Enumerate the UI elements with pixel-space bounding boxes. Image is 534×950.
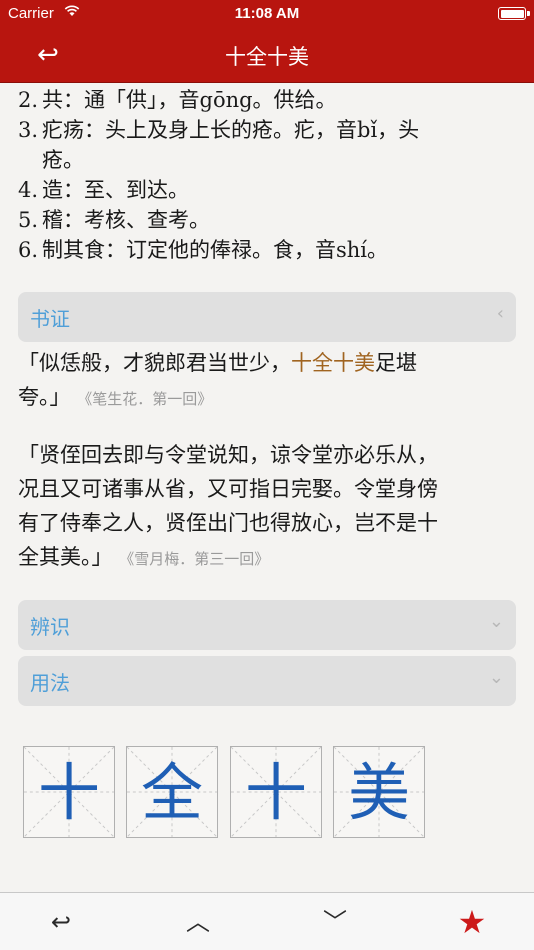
section-label: 用法 bbox=[30, 671, 70, 695]
quote-2: 「贤侄回去即与令堂说知，谅令堂亦必乐从， 况且又可诸事从省，又可指日完娶。令堂身… bbox=[18, 438, 516, 576]
note-number: 5. bbox=[17, 208, 38, 232]
note-number: 6. bbox=[17, 238, 38, 262]
quote-text: 况且又可诸事从省，又可指日完娶。令堂身傍 bbox=[18, 477, 438, 501]
note-text: 共：通「供」，音gōng。供给。 bbox=[42, 88, 337, 112]
quote-text: 全其美。」 bbox=[18, 545, 113, 569]
note-number: 2. bbox=[17, 88, 38, 112]
character-cell[interactable]: 全 bbox=[126, 746, 218, 838]
page-title: 十全十美 bbox=[225, 45, 309, 69]
note-text: 疕疡：头上及身上长的疮。疕，音bǐ，头 bbox=[42, 118, 420, 142]
previous-button[interactable]: ︿ bbox=[181, 906, 215, 938]
back-toolbar-button[interactable]: ↩ bbox=[44, 906, 78, 938]
status-bar: Carrier 11:08 AM bbox=[0, 0, 534, 28]
clock: 11:08 AM bbox=[234, 5, 300, 22]
quote-source: 《笔生花．第一回》 bbox=[77, 390, 213, 408]
note-text: 稽：考核、查考。 bbox=[42, 208, 210, 232]
character-grid: 十 全 十 美 bbox=[23, 746, 443, 838]
list-item: 疮。 bbox=[8, 146, 508, 175]
quote-1: 「似恁般，才貌郎君当世少，十全十美足堪 夸。」 《笔生花．第一回》 bbox=[18, 346, 516, 416]
chevron-down-icon: ⌄ bbox=[488, 611, 504, 632]
battery-icon bbox=[498, 7, 530, 20]
character-cell[interactable]: 十 bbox=[23, 746, 115, 838]
quote-text: 夸。」 bbox=[18, 385, 71, 409]
character-glyph: 美 bbox=[347, 756, 410, 829]
section-header-yongfa[interactable]: 用法 ⌄ bbox=[18, 656, 516, 706]
favorite-button[interactable]: ★ bbox=[455, 906, 489, 938]
undo-arrow-icon: ↩ bbox=[50, 908, 72, 936]
character-glyph: 十 bbox=[244, 756, 307, 829]
quote-text: 「贤侄回去即与令堂说知，谅令堂亦必乐从， bbox=[18, 443, 438, 467]
navigation-bar: ↩ 十全十美 bbox=[0, 28, 534, 83]
quote-text: 有了侍奉之人，贤侄出门也得放心，岂不是十 bbox=[18, 511, 438, 535]
section-header-shuzheng[interactable]: 书证 ‹ bbox=[18, 292, 516, 342]
bottom-toolbar: ↩ ︿ ﹀ ★ bbox=[0, 892, 534, 950]
list-item: 6. 制其食：订定他的俸禄。食，音shí。 bbox=[8, 236, 508, 265]
list-item: 5. 稽：考核、查考。 bbox=[8, 206, 508, 235]
note-number: 4. bbox=[17, 178, 38, 202]
star-icon: ★ bbox=[457, 903, 487, 941]
character-cell[interactable]: 十 bbox=[230, 746, 322, 838]
quote-text: 「似恁般，才貌郎君当世少， bbox=[18, 351, 291, 375]
section-label: 书证 bbox=[30, 307, 70, 331]
next-button[interactable]: ﹀ bbox=[318, 906, 352, 938]
character-cell[interactable]: 美 bbox=[333, 746, 425, 838]
character-glyph: 十 bbox=[37, 756, 100, 829]
list-item: 2. 共：通「供」，音gōng。供给。 bbox=[8, 86, 508, 115]
section-header-bianshi[interactable]: 辨识 ⌄ bbox=[18, 600, 516, 650]
section-label: 辨识 bbox=[30, 615, 70, 639]
note-text: 疮。 bbox=[42, 148, 84, 172]
quote-highlight: 十全十美 bbox=[291, 351, 375, 375]
note-text: 制其食：订定他的俸禄。食，音shí。 bbox=[42, 238, 389, 262]
quote-text: 足堪 bbox=[375, 351, 417, 375]
list-item: 4. 造：至、到达。 bbox=[8, 176, 508, 205]
chevron-down-icon: ⌄ bbox=[488, 667, 504, 688]
note-text: 造：至、到达。 bbox=[42, 178, 189, 202]
chevron-up-icon: ︿ bbox=[186, 908, 210, 936]
quote-source: 《雪月梅．第三一回》 bbox=[119, 550, 270, 568]
list-item: 3. 疕疡：头上及身上长的疮。疕，音bǐ，头 bbox=[8, 116, 508, 145]
content-area[interactable]: 2. 共：通「供」，音gōng。供给。 3. 疕疡：头上及身上长的疮。疕，音bǐ… bbox=[0, 84, 534, 892]
chevron-left-icon: ‹ bbox=[496, 303, 504, 324]
chevron-down-icon: ﹀ bbox=[323, 908, 347, 936]
note-number: 3. bbox=[17, 118, 38, 142]
character-glyph: 全 bbox=[140, 756, 203, 829]
